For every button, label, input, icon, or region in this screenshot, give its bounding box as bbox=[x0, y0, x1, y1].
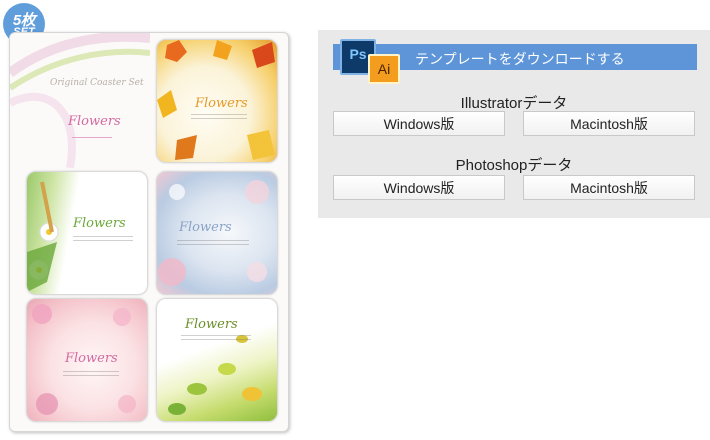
download-panel: テンプレートをダウンロードする Ps Ai Illustratorデータ Win… bbox=[318, 30, 710, 218]
card-title: Flowers bbox=[179, 220, 232, 235]
card-text-line bbox=[191, 118, 247, 119]
photoshop-mac-button[interactable]: Macintosh版 bbox=[523, 175, 695, 200]
card-title: Flowers bbox=[195, 96, 248, 111]
card-text-line bbox=[181, 335, 251, 336]
illustrator-mac-button[interactable]: Macintosh版 bbox=[523, 111, 695, 136]
card-text-line bbox=[63, 371, 119, 372]
sheet-subtitle: Original Coaster Set bbox=[50, 78, 144, 88]
card-text-line bbox=[191, 114, 247, 115]
card-text-line bbox=[177, 240, 249, 241]
card-text-line bbox=[181, 339, 251, 340]
card-text-line bbox=[177, 244, 249, 245]
swirl-decoration bbox=[10, 33, 150, 168]
coaster-card-daisy: Flowers bbox=[26, 171, 148, 295]
card-title: Flowers bbox=[73, 216, 126, 231]
card-title: Flowers bbox=[185, 317, 238, 332]
card-text-line bbox=[73, 236, 133, 237]
sheet-header-card: Original Coaster Set Flowers bbox=[10, 33, 150, 168]
illustrator-heading: Illustratorデータ bbox=[460, 95, 568, 112]
illustrator-windows-button[interactable]: Windows版 bbox=[333, 111, 505, 136]
card-text-line bbox=[73, 240, 133, 241]
photoshop-heading: Photoshopデータ bbox=[455, 157, 573, 174]
coaster-card-bokeh: Flowers bbox=[156, 171, 278, 295]
card-title: Flowers bbox=[65, 351, 118, 366]
coaster-card-autumn: Flowers bbox=[156, 39, 278, 163]
sheet-title: Flowers bbox=[68, 114, 121, 129]
title-underline bbox=[72, 137, 112, 138]
illustrator-icon: Ai bbox=[368, 54, 400, 84]
banner-text: テンプレートをダウンロードする bbox=[415, 51, 625, 67]
coaster-sheet-preview: Original Coaster Set Flowers Flowers Flo… bbox=[9, 32, 289, 432]
coaster-card-sakura: Flowers bbox=[26, 298, 148, 422]
daisy-wheat-decoration bbox=[27, 181, 59, 292]
card-text-line bbox=[63, 375, 119, 376]
photoshop-windows-button[interactable]: Windows版 bbox=[333, 175, 505, 200]
coaster-card-green-leaves: Flowers bbox=[156, 298, 278, 422]
